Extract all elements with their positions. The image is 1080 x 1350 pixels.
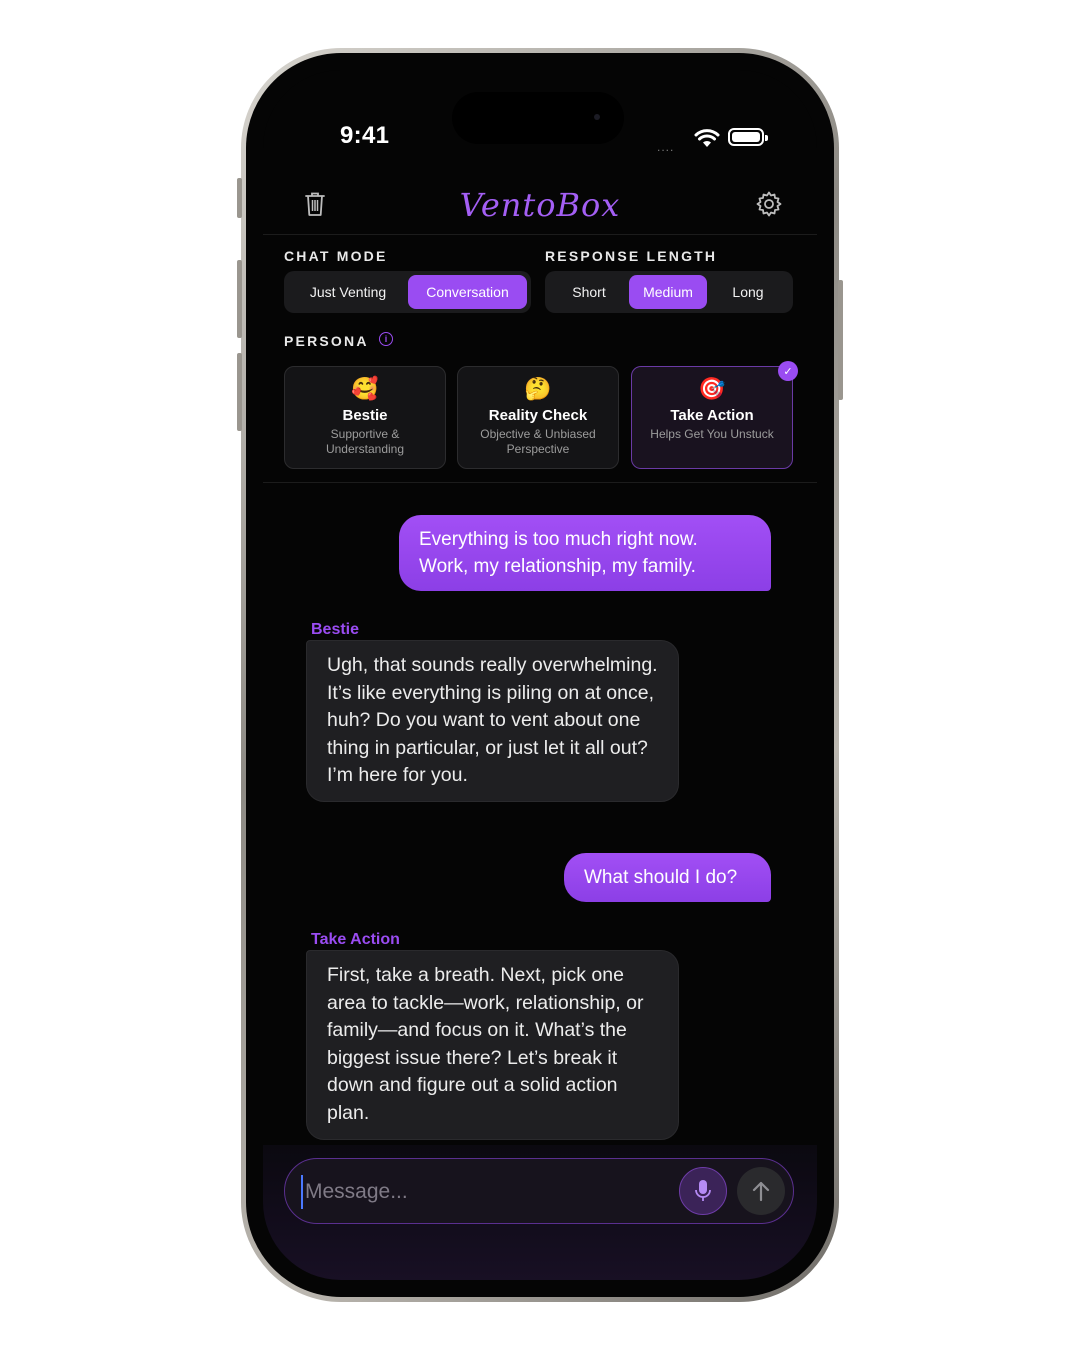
- arrow-up-icon[interactable]: [737, 1167, 785, 1215]
- thinking-face-icon: 🤔: [524, 376, 552, 401]
- checkmark-icon: ✓: [778, 361, 798, 381]
- persona-name: Bestie: [342, 407, 388, 424]
- persona-name: Take Action: [670, 407, 754, 424]
- chat-mode-selector: Just Venting Conversation: [284, 271, 531, 313]
- bot-message-2: First, take a breath. Next, pick one are…: [306, 950, 679, 1140]
- app-screen: 9:41 .... VentoBox CHAT MODE Just Ventin…: [263, 70, 817, 1280]
- action-button: [237, 178, 242, 218]
- sender-label-bestie: Bestie: [311, 621, 360, 638]
- persona-card-reality-check[interactable]: 🤔 Reality Check Objective & Unbiased Per…: [457, 366, 619, 469]
- persona-name: Reality Check: [488, 407, 588, 424]
- response-length-label: RESPONSE LENGTH: [545, 248, 718, 264]
- persona-desc: Supportive & Understanding: [325, 427, 405, 456]
- volume-down-button: [237, 353, 242, 431]
- chat-mode-label: CHAT MODE: [284, 248, 388, 264]
- app-title: VentoBox: [459, 186, 621, 224]
- trash-icon[interactable]: [299, 188, 331, 220]
- settings-divider: [263, 482, 817, 483]
- message-input[interactable]: [301, 1175, 671, 1209]
- message-composer: [284, 1158, 794, 1224]
- sender-label-take-action: Take Action: [311, 931, 400, 948]
- phone-frame: 9:41 .... VentoBox CHAT MODE Just Ventin…: [237, 48, 843, 1302]
- volume-up-button: [237, 260, 242, 338]
- persona-card-bestie[interactable]: 🥰 Bestie Supportive & Understanding: [284, 366, 446, 469]
- battery-level: [732, 132, 760, 142]
- microphone-icon[interactable]: [679, 1167, 727, 1215]
- gear-icon[interactable]: [753, 188, 785, 220]
- persona-desc: Objective & Unbiased Perspective: [480, 427, 596, 456]
- target-icon: 🎯: [698, 376, 726, 401]
- front-camera: [594, 114, 600, 120]
- persona-label: PERSONA: [284, 333, 369, 349]
- status-time: 9:41: [340, 122, 390, 149]
- response-length-selector: Short Medium Long: [545, 271, 793, 313]
- wifi-icon: [694, 128, 720, 153]
- persona-desc: Helps Get You Unstuck: [650, 427, 774, 441]
- power-button: [838, 280, 843, 400]
- length-medium[interactable]: Medium: [629, 275, 707, 309]
- cellular-signal-icon: ....: [657, 140, 675, 154]
- dynamic-island: [452, 92, 624, 144]
- smiling-hearts-icon: 🥰: [351, 376, 379, 401]
- app-header: VentoBox: [263, 180, 817, 240]
- battery-icon: [728, 128, 768, 146]
- length-short[interactable]: Short: [549, 275, 629, 309]
- persona-card-take-action[interactable]: 🎯 Take Action Helps Get You Unstuck ✓: [631, 361, 798, 469]
- chat-mode-just-venting[interactable]: Just Venting: [288, 275, 408, 309]
- length-long[interactable]: Long: [707, 275, 789, 309]
- battery-cap: [765, 135, 768, 141]
- info-icon[interactable]: i: [379, 332, 393, 346]
- user-message-1: Everything is too much right now. Work, …: [399, 515, 771, 591]
- chat-mode-conversation[interactable]: Conversation: [408, 275, 527, 309]
- user-message-2: What should I do?: [564, 853, 771, 902]
- header-divider: [263, 234, 817, 235]
- bot-message-1: Ugh, that sounds really overwhelming. It…: [306, 640, 679, 802]
